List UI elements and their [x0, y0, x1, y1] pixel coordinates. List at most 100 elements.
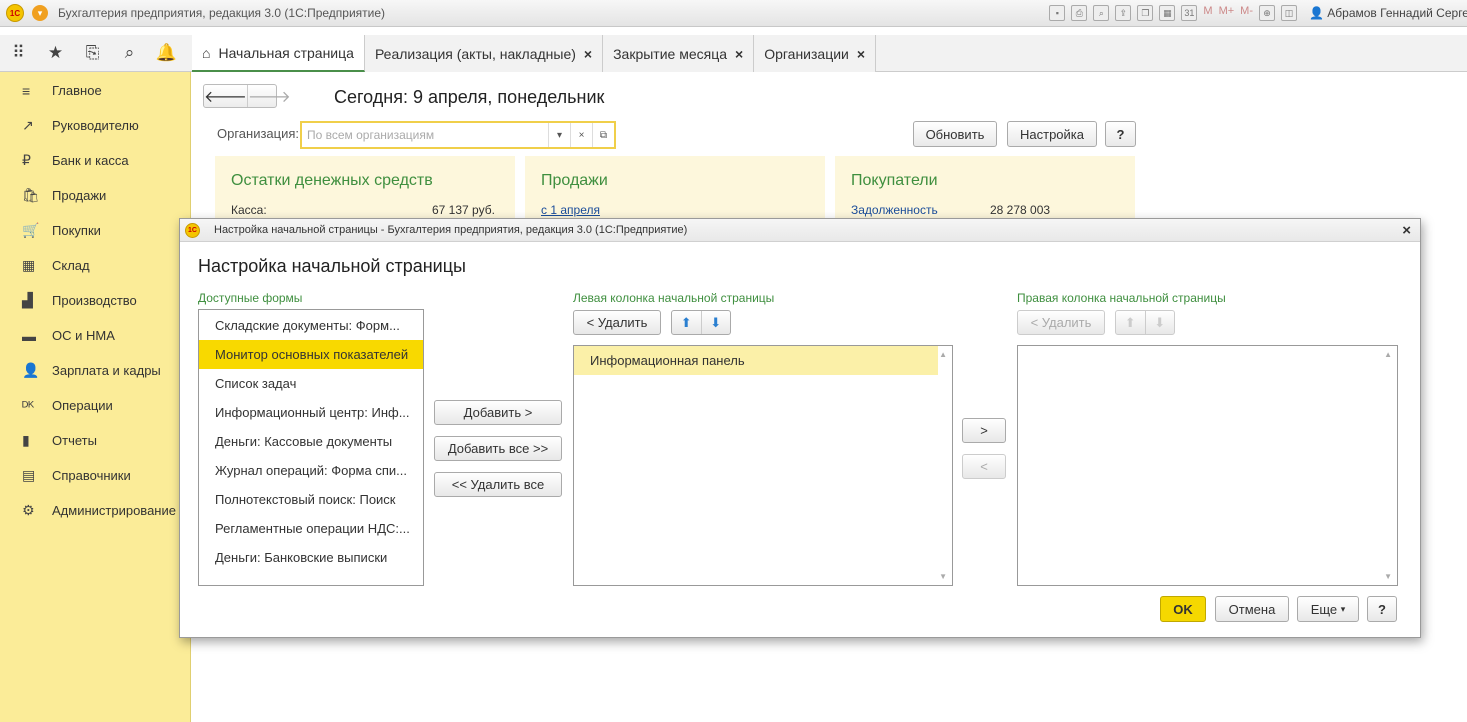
dialog-title: Настройка начальной страницы - Бухгалтер… — [214, 224, 688, 236]
more-button[interactable]: Еще ▾ — [1297, 596, 1359, 622]
close-tab-icon[interactable]: × — [584, 46, 592, 62]
back-arrow-icon[interactable]: 🡐 — [204, 85, 247, 107]
zoom-icon[interactable]: ⊕ — [1259, 5, 1275, 21]
sidebar-item-catalogs[interactable]: ▤ Справочники — [0, 458, 190, 493]
tab-organizations[interactable]: Организации × — [754, 35, 877, 72]
apps-grid-icon[interactable]: ⠿ — [0, 35, 37, 72]
dropdown-icon[interactable]: ▾ — [548, 123, 570, 147]
list-item[interactable]: Список задач — [199, 369, 423, 398]
main-menu-icon[interactable]: ▾ — [32, 5, 48, 21]
sidebar-item-assets[interactable]: ▬ ОС и НМА — [0, 318, 190, 353]
panels-icon[interactable]: ◫ — [1281, 5, 1297, 21]
sidebar-item-sales[interactable]: 🛍 Продажи — [0, 178, 190, 213]
preview-icon[interactable]: ⌕ — [1093, 5, 1110, 21]
upload-icon[interactable]: ⇪ — [1115, 5, 1132, 21]
memory-mminus-button[interactable]: M- — [1240, 5, 1253, 21]
close-icon[interactable]: × — [1402, 222, 1411, 239]
cancel-button[interactable]: Отмена — [1215, 596, 1289, 622]
sidebar-item-main[interactable]: ≡ Главное — [0, 73, 190, 108]
clear-icon[interactable]: × — [570, 123, 592, 147]
sidebar-item-operations[interactable]: ᴰᴷ Операции — [0, 388, 190, 423]
available-forms-list[interactable]: Складские документы: Форм... Монитор осн… — [198, 309, 424, 586]
scroll-up-icon[interactable]: ▲ — [1384, 350, 1392, 359]
open-icon[interactable]: ⧉ — [592, 123, 614, 147]
debt-link[interactable]: Задолженность — [851, 203, 938, 217]
notifications-bell-icon[interactable]: 🔔 — [148, 35, 185, 72]
add-all-button[interactable]: Добавить все >> — [434, 436, 562, 461]
trend-icon: ↗ — [22, 117, 34, 133]
period-link[interactable]: с 1 апреля — [541, 203, 600, 217]
close-tab-icon[interactable]: × — [857, 46, 865, 62]
calendar-icon[interactable]: 31 — [1181, 5, 1198, 21]
tab-month-closing[interactable]: Закрытие месяца × — [603, 35, 755, 72]
sidebar-item-bank[interactable]: ₽ Банк и касса — [0, 143, 190, 178]
move-left-button[interactable]: < — [962, 454, 1006, 479]
scroll-down-icon[interactable]: ▼ — [1384, 572, 1392, 581]
move-up-icon[interactable]: ⬆ — [1116, 311, 1145, 334]
ok-button[interactable]: OK — [1160, 596, 1206, 622]
sidebar-item-reports[interactable]: ▮ Отчеты — [0, 423, 190, 458]
list-item[interactable]: Журнал операций: Форма спи... — [199, 456, 423, 485]
move-down-icon[interactable]: ⬇ — [1144, 311, 1175, 334]
sidebar-item-admin[interactable]: ⚙ Администрирование — [0, 493, 190, 528]
help-button[interactable]: ? — [1105, 121, 1136, 147]
right-column-label: Правая колонка начальной страницы — [1017, 291, 1226, 305]
move-up-icon[interactable]: ⬆ — [672, 311, 701, 334]
move-down-icon[interactable]: ⬇ — [700, 311, 731, 334]
left-column-list[interactable]: Информационная панель ▲ ▼ — [573, 345, 953, 586]
refresh-button[interactable]: Обновить — [913, 121, 997, 147]
copy-icon[interactable]: ❐ — [1137, 5, 1154, 21]
list-item[interactable]: Деньги: Банковские выписки — [199, 543, 423, 572]
current-user[interactable]: 👤 Абрамов Геннадий Сергеевич — [1309, 6, 1467, 20]
settings-button[interactable]: Настройка — [1007, 121, 1097, 147]
gear-icon: ⚙ — [22, 502, 35, 518]
right-column-list[interactable]: ▲ ▼ — [1017, 345, 1398, 586]
scroll-down-icon[interactable]: ▼ — [939, 572, 947, 581]
help-button[interactable]: ? — [1367, 596, 1397, 622]
organization-field[interactable]: По всем организациям ▾ × ⧉ — [300, 121, 616, 149]
sidebar-item-purchases[interactable]: 🛒 Покупки — [0, 213, 190, 248]
search-icon[interactable]: ⌕ — [111, 35, 148, 72]
favorites-star-icon[interactable]: ★ — [37, 35, 74, 72]
list-item[interactable]: Информационный центр: Инф... — [199, 398, 423, 427]
list-item[interactable]: Регламентные операции НДС:... — [199, 514, 423, 543]
titlebar-toolbar: ▪ ⎙ ⌕ ⇪ ❐ ▦ 31 M M+ M- ⊕ ◫ — [1049, 5, 1297, 21]
organization-label: Организация: — [217, 126, 300, 141]
panel-row-value: 28 278 003 — [990, 203, 1051, 217]
close-tab-icon[interactable]: × — [735, 46, 743, 62]
home-icon: ⌂ — [202, 44, 211, 61]
list-item[interactable]: Складские документы: Форм... — [199, 311, 423, 340]
menu-icon: ≡ — [22, 82, 31, 99]
tab-sales-acts[interactable]: Реализация (акты, накладные) × — [364, 35, 604, 72]
cash-balance-panel: Остатки денежных средств Касса: 67 137 р… — [215, 156, 515, 226]
add-button[interactable]: Добавить > — [434, 400, 562, 425]
sidebar-item-warehouse[interactable]: ▦ Склад — [0, 248, 190, 283]
sidebar-item-payroll[interactable]: 👤 Зарплата и кадры — [0, 353, 190, 388]
memory-m-button[interactable]: M — [1203, 5, 1212, 21]
sidebar-item-production[interactable]: ▟ Производство — [0, 283, 190, 318]
left-column-label: Левая колонка начальной страницы — [573, 291, 775, 305]
tab-home[interactable]: ⌂ Начальная страница — [192, 35, 365, 72]
warehouse-icon: ▦ — [22, 257, 36, 273]
right-remove-button[interactable]: < Удалить — [1017, 310, 1105, 335]
list-item-selected[interactable]: Монитор основных показателей — [199, 340, 423, 369]
print-icon[interactable]: ⎙ — [1071, 5, 1088, 21]
list-item[interactable]: Деньги: Кассовые документы — [199, 427, 423, 456]
dialog-titlebar: 1С Настройка начальной страницы - Бухгал… — [180, 219, 1420, 242]
window-title: Бухгалтерия предприятия, редакция 3.0 (1… — [58, 6, 386, 20]
save-icon[interactable]: ▪ — [1049, 5, 1066, 21]
scroll-up-icon[interactable]: ▲ — [939, 350, 947, 359]
memory-mplus-button[interactable]: M+ — [1219, 5, 1235, 21]
left-remove-button[interactable]: < Удалить — [573, 310, 661, 335]
forward-arrow-icon[interactable]: 🡒 — [246, 85, 291, 107]
move-right-button[interactable]: > — [962, 418, 1006, 443]
calculator-icon[interactable]: ▦ — [1159, 5, 1176, 21]
panel-heading: Остатки денежных средств — [231, 172, 433, 189]
bag-icon: 🛍 — [22, 187, 40, 203]
ruble-icon: ₽ — [22, 152, 31, 168]
remove-all-button[interactable]: << Удалить все — [434, 472, 562, 497]
list-item[interactable]: Полнотекстовый поиск: Поиск — [199, 485, 423, 514]
history-icon[interactable]: ⎘ — [74, 35, 111, 72]
sidebar-item-manager[interactable]: ↗ Руководителю — [0, 108, 190, 143]
list-item-selected[interactable]: Информационная панель — [574, 346, 938, 375]
